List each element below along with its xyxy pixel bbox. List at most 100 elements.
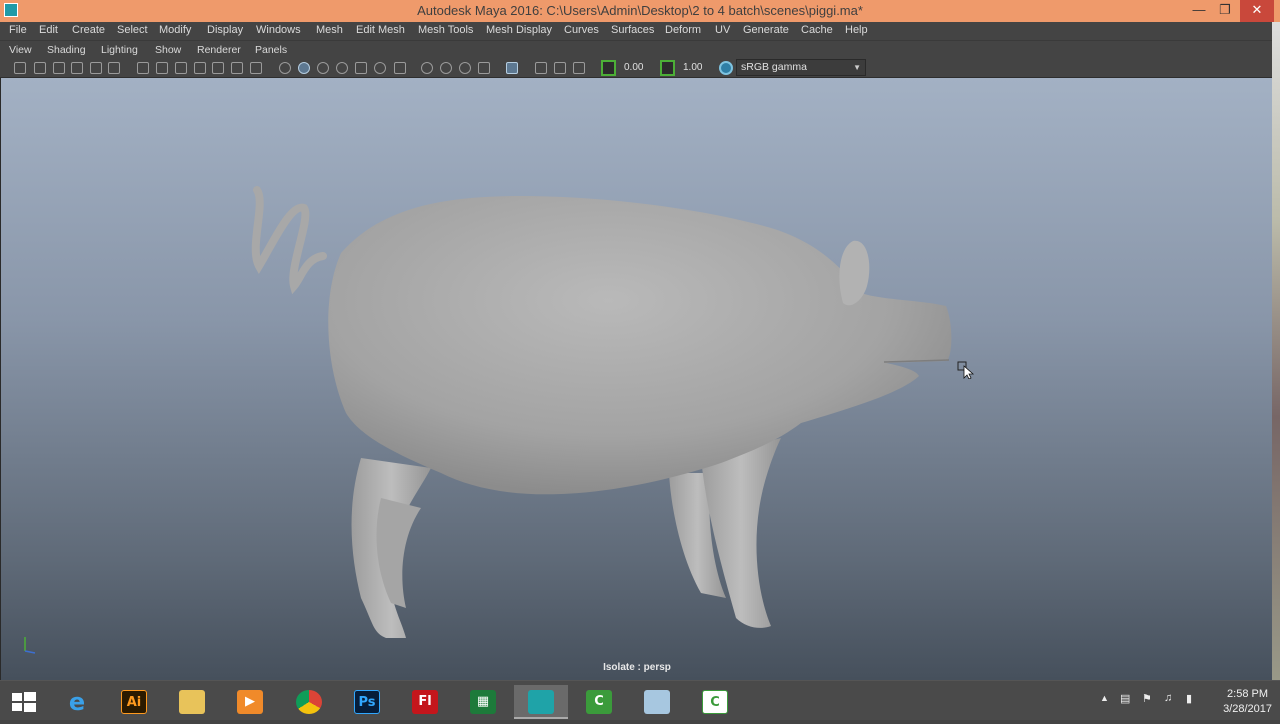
menu-mesh[interactable]: Mesh	[316, 24, 343, 36]
taskbar-notepad[interactable]	[632, 685, 682, 719]
taskbar-media-player[interactable]: ▶	[225, 685, 275, 719]
menu-help[interactable]: Help	[845, 24, 868, 36]
menu-modify[interactable]: Modify	[159, 24, 191, 36]
shadows-icon[interactable]	[374, 62, 386, 74]
x-ray-joints-icon[interactable]	[535, 62, 547, 74]
panel-menu-panels[interactable]: Panels	[255, 44, 287, 56]
pig-model[interactable]	[1, 78, 1273, 680]
excel-icon: ▦	[470, 690, 496, 714]
wireframe-icon[interactable]	[279, 62, 291, 74]
smooth-shade-icon[interactable]	[298, 62, 310, 74]
viewport-persp[interactable]: Isolate : persp	[0, 78, 1272, 680]
exposure-toggle-icon[interactable]	[601, 60, 616, 76]
wireframe-on-shaded-icon[interactable]	[317, 62, 329, 74]
front-leg-front	[701, 438, 781, 628]
title-bar: Autodesk Maya 2016: C:\Users\Admin\Deskt…	[0, 0, 1280, 22]
taskbar-illustrator[interactable]: Ai	[109, 685, 159, 719]
menu-display[interactable]: Display	[207, 24, 243, 36]
panel-menu-bar: View Shading Lighting Show Renderer Pane…	[0, 40, 1272, 58]
motion-blur-icon[interactable]	[421, 62, 433, 74]
lock-camera-icon[interactable]	[34, 62, 46, 74]
camtasia-recorder-icon: C	[702, 690, 728, 714]
safe-action-icon[interactable]	[231, 62, 243, 74]
grease-pencil-icon[interactable]	[108, 62, 120, 74]
resolution-gate-icon[interactable]	[175, 62, 187, 74]
menu-generate[interactable]: Generate	[743, 24, 789, 36]
isolate-select-icon[interactable]	[506, 62, 518, 74]
pig-body	[328, 196, 952, 495]
isolate-label: Isolate : persp	[603, 662, 671, 673]
bookmark-icon[interactable]	[53, 62, 65, 74]
illustrator-icon: Ai	[121, 690, 147, 714]
2d-pan-zoom-icon[interactable]	[90, 62, 102, 74]
start-button[interactable]	[0, 685, 50, 719]
menu-mesh-display[interactable]: Mesh Display	[486, 24, 552, 36]
clock-date: 3/28/2017	[1223, 703, 1272, 715]
x-ray-icon[interactable]	[478, 62, 490, 74]
screen-space-ao-icon[interactable]	[394, 62, 406, 74]
taskbar-file-explorer[interactable]	[167, 685, 217, 719]
menu-edit-mesh[interactable]: Edit Mesh	[356, 24, 405, 36]
taskbar-chrome[interactable]	[284, 685, 334, 719]
close-button[interactable]: ✕	[1240, 0, 1274, 22]
exposure-field[interactable]: 0.00	[620, 60, 660, 76]
image-plane-icon[interactable]	[71, 62, 83, 74]
taskbar-internet-explorer[interactable]: e	[52, 685, 102, 719]
maya-icon	[528, 690, 554, 714]
depth-of-field-icon[interactable]	[459, 62, 471, 74]
taskbar-photoshop[interactable]: Ps	[342, 685, 392, 719]
menu-select[interactable]: Select	[117, 24, 148, 36]
panel-menu-show[interactable]: Show	[155, 44, 181, 56]
anti-aliasing-icon[interactable]	[440, 62, 452, 74]
safe-title-icon[interactable]	[250, 62, 262, 74]
menu-surfaces[interactable]: Surfaces	[611, 24, 654, 36]
use-all-lights-icon[interactable]	[355, 62, 367, 74]
field-chart-icon[interactable]	[212, 62, 224, 74]
notepad-icon	[644, 690, 670, 714]
camtasia-icon: C	[586, 690, 612, 714]
menu-uv[interactable]: UV	[715, 24, 730, 36]
menu-create[interactable]: Create	[72, 24, 105, 36]
taskbar-camtasia-recorder[interactable]: C	[690, 685, 740, 719]
menu-cache[interactable]: Cache	[801, 24, 833, 36]
taskbar-flash[interactable]: Fl	[400, 685, 450, 719]
gamma-toggle-icon[interactable]	[660, 60, 675, 76]
show-hidden-icons-icon[interactable]: ▲	[1100, 693, 1109, 703]
chrome-icon	[296, 690, 322, 714]
camera-icon[interactable]	[14, 62, 26, 74]
flash-icon: Fl	[412, 690, 438, 714]
panel-menu-view[interactable]: View	[9, 44, 32, 56]
system-tray: ▲ ▤ ⚑ ♫ ▮	[1096, 681, 1206, 721]
color-space-dropdown[interactable]: sRGB gamma ▼	[736, 59, 866, 76]
gate-mask-icon[interactable]	[194, 62, 206, 74]
menu-edit[interactable]: Edit	[39, 24, 58, 36]
menu-file[interactable]: File	[9, 24, 27, 36]
taskbar-excel[interactable]: ▦	[458, 685, 508, 719]
photoshop-icon: Ps	[354, 690, 380, 714]
color-management-icon[interactable]	[719, 61, 733, 75]
volume-muted-icon[interactable]: ♫	[1164, 692, 1172, 704]
restore-button[interactable]: ❐	[1212, 0, 1238, 22]
panel-menu-lighting[interactable]: Lighting	[101, 44, 138, 56]
taskbar-camtasia[interactable]: C	[574, 685, 624, 719]
film-gate-icon[interactable]	[156, 62, 168, 74]
backface-culling-icon[interactable]	[573, 62, 585, 74]
gamma-field[interactable]: 1.00	[679, 60, 715, 76]
power-icon[interactable]: ▮	[1186, 692, 1192, 705]
menu-mesh-tools[interactable]: Mesh Tools	[418, 24, 473, 36]
menu-deform[interactable]: Deform	[665, 24, 701, 36]
textured-icon[interactable]	[336, 62, 348, 74]
panel-menu-shading[interactable]: Shading	[47, 44, 86, 56]
taskbar-clock[interactable]: 2:58 PM 3/28/2017	[1223, 687, 1272, 717]
minimize-button[interactable]: —	[1186, 0, 1212, 22]
folder-icon	[179, 690, 205, 714]
menu-curves[interactable]: Curves	[564, 24, 599, 36]
flag-icon[interactable]: ⚑	[1142, 692, 1152, 705]
network-icon[interactable]: ▤	[1120, 692, 1130, 705]
grid-icon[interactable]	[137, 62, 149, 74]
panel-menu-renderer[interactable]: Renderer	[197, 44, 241, 56]
x-ray-active-icon[interactable]	[554, 62, 566, 74]
color-space-value: sRGB gamma	[741, 61, 807, 73]
taskbar-maya[interactable]	[514, 685, 568, 719]
menu-windows[interactable]: Windows	[256, 24, 301, 36]
